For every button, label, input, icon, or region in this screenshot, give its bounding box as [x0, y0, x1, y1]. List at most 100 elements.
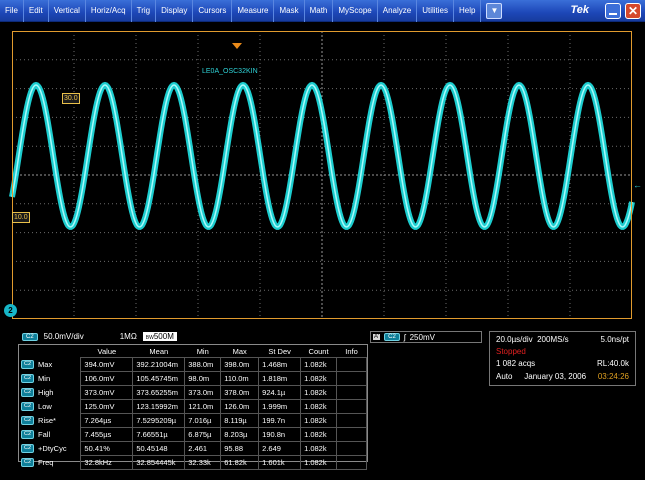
column-header: Value: [97, 346, 117, 356]
measurement-count: 1.082k: [300, 371, 338, 386]
measurement-row[interactable]: C2 Min 106.0mV 105.45745m 98.0m 110.0m 1.818m 1…: [19, 371, 367, 386]
measurement-name-cell: C2 Freq: [19, 456, 81, 470]
measurement-max: 8.203µ: [220, 427, 260, 442]
ref-level-lower[interactable]: 10.0: [12, 212, 30, 223]
measurement-name-cell: C2 Rise*: [19, 414, 81, 428]
measurement-info: [336, 371, 367, 386]
measurement-row[interactable]: C2 High 373.0mV 373.65255m 373.0m 378.0m 924.1…: [19, 385, 367, 400]
measurement-row[interactable]: C2 Max 394.0mV 392.21004m 388.0m 398.0m 1.468m…: [19, 357, 367, 372]
channel-tag: C2: [21, 444, 35, 454]
measurement-row[interactable]: C2 Low 125.0mV 123.15992m 121.0m 126.0m 1.999m…: [19, 399, 367, 414]
input-impedance: 1MΩ: [119, 332, 137, 341]
measurement-min: 121.0m: [184, 399, 222, 414]
measurement-info: [336, 413, 367, 428]
trigger-mode: Auto: [496, 372, 513, 381]
waveform-display[interactable]: LE0A_OSC32KIN 30.0 10.0 ←: [0, 22, 645, 322]
measurement-name-cell: C2 Low: [19, 400, 81, 414]
measurement-max: 398.0m: [220, 357, 260, 372]
trigger-position-marker[interactable]: [232, 43, 242, 49]
measurement-row[interactable]: C2 Rise* 7.264µs 7.5295209µ 7.016µ 8.119µ 199.…: [19, 413, 367, 428]
menu-myscope[interactable]: MyScope: [333, 0, 378, 22]
menu-help[interactable]: Help: [454, 0, 482, 22]
measurement-count: 1.082k: [300, 399, 338, 414]
measurement-name-cell: C2 +DtyCyc: [19, 442, 81, 456]
measurement-row[interactable]: C2 Fall 7.455µs 7.66551µ 6.875µ 8.203µ 190.8n 1…: [19, 427, 367, 442]
measurement-min: 2.461: [184, 441, 222, 456]
menu-dropdown-icon[interactable]: ▼: [486, 2, 503, 19]
measurement-stdev: 924.1µ: [258, 385, 302, 400]
menu-display[interactable]: Display: [156, 0, 194, 22]
measurement-mean: 105.45745m: [132, 371, 186, 386]
measurement-max: 110.0m: [220, 371, 260, 386]
menu-vertical[interactable]: Vertical: [49, 0, 86, 22]
trigger-a-tag: A': [373, 334, 381, 340]
measurement-stdev: 2.649: [258, 441, 302, 456]
measurement-row[interactable]: C2 Freq 32.8kHz 32.854445k 32.33k 61.82k 1.601…: [19, 455, 367, 470]
menu-trig[interactable]: Trig: [132, 0, 157, 22]
measurement-name: +DtyCyc: [38, 443, 67, 453]
column-header: Mean: [149, 346, 169, 356]
measurement-value: 7.264µs: [80, 413, 134, 428]
measurement-name: Freq: [38, 457, 54, 467]
menu-edit[interactable]: Edit: [24, 0, 49, 22]
measurement-mean: 7.5295209µ: [132, 413, 186, 428]
menu-horiz-acq[interactable]: Horiz/Acq: [86, 0, 132, 22]
close-button[interactable]: ✕: [625, 3, 641, 19]
measurement-stdev: 1.818m: [258, 371, 302, 386]
channel-tag: C2: [21, 402, 35, 412]
date: January 03, 2006: [524, 372, 587, 381]
vertical-scale: 50.0mV/div: [43, 332, 84, 341]
measurement-mean: 7.66551µ: [132, 427, 186, 442]
channel-tag: C2: [21, 374, 35, 384]
measurements-table[interactable]: Value Mean Min Max St Dev Count Info C2 Max 394.…: [18, 344, 368, 470]
measurement-info: [336, 357, 367, 372]
column-header: St Dev: [268, 346, 291, 356]
acquisition-count: 1 082 acqs: [496, 359, 536, 368]
measurement-min: 6.875µ: [184, 427, 222, 442]
channel-tag: C2: [22, 332, 38, 341]
minimize-button[interactable]: [605, 3, 621, 19]
menu-utilities[interactable]: Utilities: [417, 0, 454, 22]
measurement-max: 95.88: [220, 441, 260, 456]
measurement-name: Low: [38, 401, 52, 411]
measurement-mean: 123.15992m: [132, 399, 186, 414]
channel-settings[interactable]: C2 50.0mV/div 1MΩ BW500M: [22, 332, 177, 341]
menu-analyze[interactable]: Analyze: [378, 0, 418, 22]
menu-mask[interactable]: Mask: [274, 0, 305, 22]
measurement-info: [336, 427, 367, 442]
column-header: Info: [345, 346, 358, 356]
measurement-stdev: 1.468m: [258, 357, 302, 372]
measurement-name: Max: [38, 359, 53, 369]
measurement-stdev: 1.601k: [258, 455, 302, 470]
measurement-mean: 392.21004m: [132, 357, 186, 372]
channel-tag: C2: [21, 416, 35, 426]
measurement-name-cell: C2 High: [19, 386, 81, 400]
menu-math[interactable]: Math: [305, 0, 334, 22]
measurement-info: [336, 385, 367, 400]
trigger-settings[interactable]: A' C2 ʃ 250mV: [370, 331, 482, 343]
menu-file[interactable]: File: [0, 0, 24, 22]
trigger-level-arrow-icon[interactable]: ←: [633, 180, 642, 190]
menu-bar: File Edit Vertical Horiz/Acq Trig Display Curs…: [0, 0, 645, 22]
measurement-row[interactable]: C2 +DtyCyc 50.41% 50.45148 2.461 95.88 2.649 1.…: [19, 441, 367, 456]
measurement-name-cell: C2 Fall: [19, 428, 81, 442]
measurement-value: 7.455µs: [80, 427, 134, 442]
measurement-value: 373.0mV: [80, 385, 134, 400]
measurement-name: Fall: [38, 429, 51, 439]
channel-2-marker[interactable]: 2: [4, 304, 17, 317]
column-header: Max: [232, 346, 247, 356]
measurement-count: 1.082k: [300, 357, 338, 372]
acquisition-info[interactable]: 20.0µs/div 200MS/s 5.0ns/pt Stopped 1 08…: [489, 331, 636, 386]
bandwidth-box: BW500M: [142, 332, 177, 341]
menu-cursors[interactable]: Cursors: [193, 0, 233, 22]
measurement-max: 378.0m: [220, 385, 260, 400]
measurement-min: 7.016µ: [184, 413, 222, 428]
graticule-frame: [12, 31, 632, 319]
measurement-value: 50.41%: [80, 441, 134, 456]
measurement-max: 126.0m: [220, 399, 260, 414]
trigger-slope-icon: ʃ: [403, 332, 406, 342]
ref-level-upper[interactable]: 30.0: [62, 93, 80, 104]
measurement-value: 106.0mV: [80, 371, 134, 386]
trigger-source-tag: C2: [384, 333, 400, 341]
menu-measure[interactable]: Measure: [232, 0, 275, 22]
